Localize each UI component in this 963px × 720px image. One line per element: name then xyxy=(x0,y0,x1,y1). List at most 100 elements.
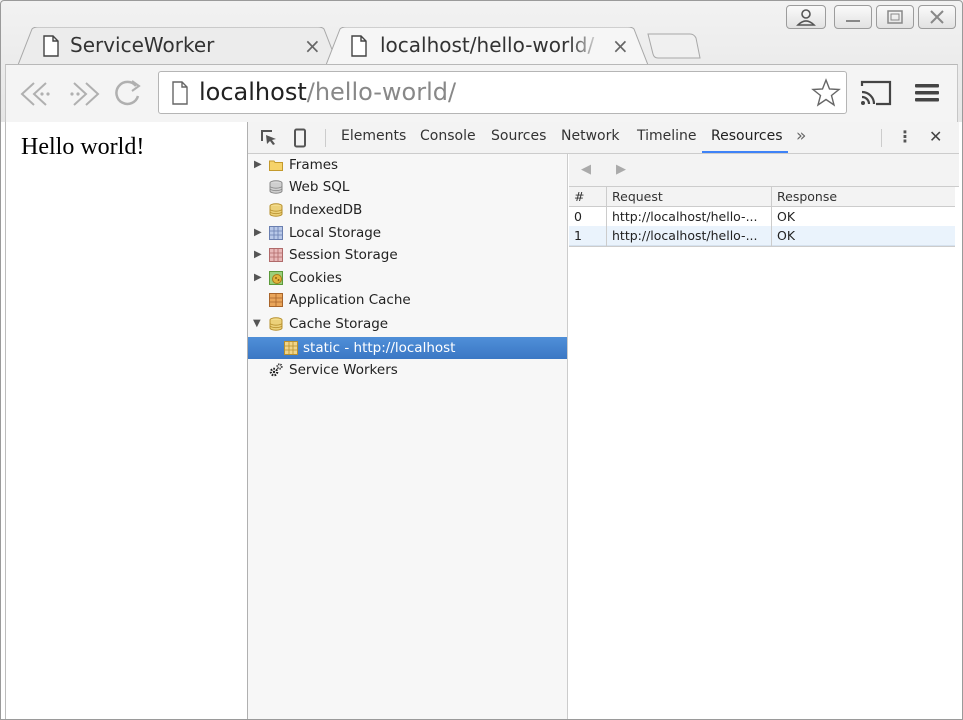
table-header: # Request Response xyxy=(569,187,955,207)
database-icon xyxy=(269,203,283,217)
cookie-icon xyxy=(269,271,283,285)
tab-network[interactable]: Network xyxy=(561,128,619,144)
gears-icon xyxy=(269,363,283,377)
tree-item-session-storage[interactable]: ▶ Session Storage xyxy=(248,244,567,266)
user-icon xyxy=(796,9,816,26)
separator xyxy=(881,129,882,147)
resources-sidebar: ▶ Frames Web SQL IndexedDB ▶ Local Stora… xyxy=(248,154,568,720)
page-icon xyxy=(43,35,59,57)
tab-serviceworker[interactable]: ServiceWorker × xyxy=(18,27,338,65)
expand-arrow-icon[interactable]: ▶ xyxy=(254,272,262,283)
expand-arrow-icon[interactable]: ▶ xyxy=(254,227,262,238)
cache-storage-view: ◀ ▶ # Request Response 0 http://localhos… xyxy=(569,154,959,720)
forward-button[interactable] xyxy=(64,80,102,108)
active-tab-indicator xyxy=(702,151,788,153)
tab-close-button[interactable]: × xyxy=(304,34,321,58)
tree-item-static-cache[interactable]: static - http://localhost xyxy=(248,337,567,359)
tree-label: Application Cache xyxy=(289,292,411,308)
tree-label: Service Workers xyxy=(289,362,398,378)
previous-page-button[interactable]: ◀ xyxy=(581,162,591,177)
tab-timeline[interactable]: Timeline xyxy=(637,128,697,144)
maximize-icon xyxy=(887,10,903,24)
tree-item-cookies[interactable]: ▶ Cookies xyxy=(248,267,567,289)
column-divider[interactable] xyxy=(771,187,772,246)
inspect-element-icon[interactable] xyxy=(260,129,278,147)
database-icon xyxy=(269,180,283,194)
tree-item-cache-storage[interactable]: ▼ Cache Storage xyxy=(248,313,567,335)
tree-label: Cookies xyxy=(289,270,342,286)
devtools-menu-button[interactable]: ⋮ xyxy=(897,127,913,146)
minimize-icon xyxy=(846,20,860,22)
column-divider[interactable] xyxy=(606,187,607,246)
device-mode-icon[interactable] xyxy=(293,128,307,148)
tree-label: Cache Storage xyxy=(289,316,389,332)
table-grid-icon xyxy=(269,226,283,240)
collapse-arrow-icon[interactable]: ▼ xyxy=(253,318,261,329)
expand-arrow-icon[interactable]: ▶ xyxy=(254,249,262,260)
table-grid-icon xyxy=(269,293,283,307)
back-button[interactable] xyxy=(18,80,56,108)
devtools-panel: Elements Console Sources Network Timelin… xyxy=(247,122,959,720)
profile-button[interactable] xyxy=(786,5,826,29)
address-bar[interactable]: localhost/hello-world/ xyxy=(158,71,847,114)
column-header-response[interactable]: Response xyxy=(777,189,837,204)
page-viewport: Hello world! xyxy=(5,122,247,720)
cell-response: OK xyxy=(777,228,796,243)
database-icon xyxy=(269,317,283,331)
url-text: localhost/hello-world/ xyxy=(199,78,456,106)
tree-item-indexeddb[interactable]: IndexedDB xyxy=(248,199,567,221)
tree-label: static - http://localhost xyxy=(303,340,456,356)
tree-label: Local Storage xyxy=(289,225,382,241)
table-grid-icon xyxy=(284,341,298,355)
tree-item-web-sql[interactable]: Web SQL xyxy=(248,176,567,198)
tree-label: Frames xyxy=(289,157,339,173)
close-icon xyxy=(930,10,944,24)
devtools-tabbar: Elements Console Sources Network Timelin… xyxy=(248,122,959,154)
cell-request: http://localhost/hello-... xyxy=(612,228,758,243)
column-header-request[interactable]: Request xyxy=(612,189,663,204)
tree-item-application-cache[interactable]: Application Cache xyxy=(248,289,567,311)
tree-item-local-storage[interactable]: ▶ Local Storage xyxy=(248,222,567,244)
menu-icon[interactable] xyxy=(913,80,941,106)
minimize-button[interactable] xyxy=(834,5,872,29)
tree-label: Web SQL xyxy=(289,179,350,195)
bookmark-star-icon[interactable] xyxy=(811,78,841,108)
tab-sources[interactable]: Sources xyxy=(491,128,546,144)
tab-close-button[interactable]: × xyxy=(612,34,629,58)
tree-item-frames[interactable]: ▶ Frames xyxy=(248,154,567,176)
next-page-button[interactable]: ▶ xyxy=(616,162,626,177)
tree-label: IndexedDB xyxy=(289,202,363,218)
cell-request: http://localhost/hello-... xyxy=(612,209,758,224)
maximize-button[interactable] xyxy=(876,5,914,29)
tab-localhost-hello-world[interactable]: localhost/hello-world/ × xyxy=(326,27,648,65)
tree-item-service-workers[interactable]: Service Workers xyxy=(248,359,567,381)
tab-title: ServiceWorker xyxy=(70,33,215,57)
tab-console[interactable]: Console xyxy=(420,128,476,144)
page-icon xyxy=(172,81,188,105)
cell-index: 1 xyxy=(574,228,582,243)
expand-arrow-icon[interactable]: ▶ xyxy=(254,159,262,170)
cell-index: 0 xyxy=(574,209,582,224)
table-grid-icon xyxy=(269,248,283,262)
url-host: localhost xyxy=(199,78,307,106)
page-text: Hello world! xyxy=(21,134,145,160)
tab-elements[interactable]: Elements xyxy=(341,128,406,144)
table-row[interactable]: 0 http://localhost/hello-... OK xyxy=(569,207,955,226)
tree-label: Session Storage xyxy=(289,247,398,263)
cast-icon[interactable] xyxy=(858,78,894,108)
new-tab-button[interactable] xyxy=(646,32,702,60)
folder-icon xyxy=(269,160,283,171)
devtools-close-button[interactable]: ✕ xyxy=(929,127,942,146)
reload-button[interactable] xyxy=(110,78,144,110)
table-row[interactable]: 1 http://localhost/hello-... OK xyxy=(569,226,955,246)
tab-title: localhost/hello-world/ xyxy=(380,33,595,57)
tab-resources[interactable]: Resources xyxy=(711,128,783,144)
separator xyxy=(325,129,326,147)
table-bottom-border xyxy=(569,246,955,247)
url-path: /hello-world/ xyxy=(306,78,457,106)
close-window-button[interactable] xyxy=(918,5,956,29)
cell-response: OK xyxy=(777,209,796,224)
column-header-index[interactable]: # xyxy=(574,189,584,204)
more-tabs-button[interactable]: » xyxy=(796,126,806,146)
cache-nav-bar: ◀ ▶ xyxy=(569,154,959,187)
